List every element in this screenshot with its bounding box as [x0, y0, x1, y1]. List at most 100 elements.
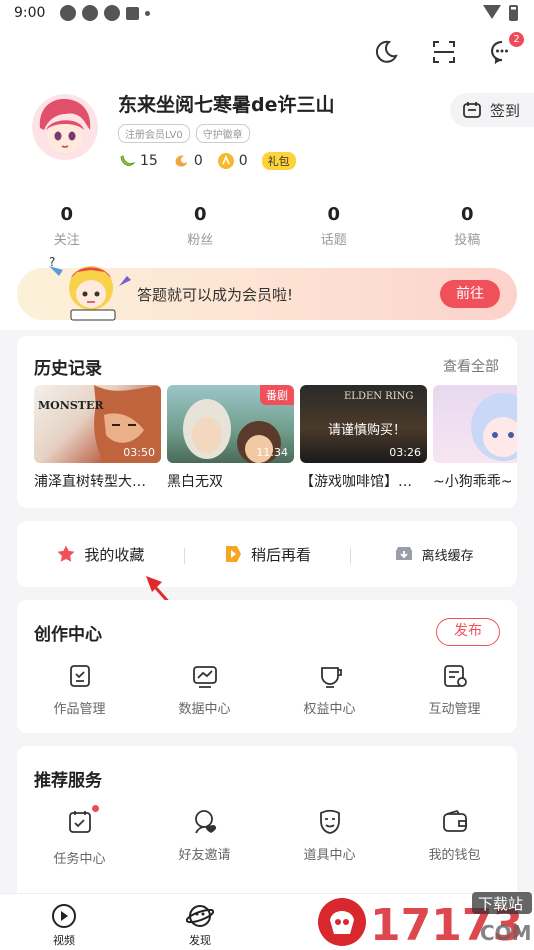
- video-thumbnail: MONSTER 03:50: [34, 385, 161, 463]
- stat-number: 0: [193, 204, 207, 225]
- stat-label: 粉丝: [187, 233, 214, 248]
- android-icon: [126, 7, 139, 20]
- stat-following[interactable]: 0 关注: [0, 204, 134, 248]
- stat-label: 投稿: [454, 233, 481, 248]
- scan-icon[interactable]: [430, 38, 458, 66]
- watch-later-button[interactable]: 稍后再看: [183, 544, 351, 565]
- watermark-domain: COM: [480, 921, 532, 945]
- bean-count: 0: [193, 153, 203, 169]
- history-title: 历史记录: [34, 359, 102, 379]
- watermark-logo: 17173 下载站 COM: [312, 890, 534, 950]
- stat-number: 0: [460, 204, 474, 225]
- stat-submissions[interactable]: 0 投稿: [401, 204, 534, 248]
- status-bar: 9:00: [0, 0, 534, 28]
- video-thumbnail: 番剧 11:34: [167, 385, 294, 463]
- download-icon: [395, 547, 412, 560]
- user-tags: 注册会员LV0 守护徽章: [118, 124, 250, 143]
- banana-count: 15: [140, 153, 158, 169]
- svg-text:?: ?: [49, 256, 55, 269]
- props-center-label: 道具中心: [303, 848, 356, 863]
- signin-button[interactable]: 签到: [450, 93, 534, 127]
- invite-friends-label: 好友邀请: [178, 848, 231, 863]
- banner-go-button[interactable]: 前往: [440, 280, 500, 308]
- history-item[interactable]: ELDEN RING 请谨慎购买！ 03:26 【游戏咖啡馆】…: [300, 385, 427, 505]
- my-wallet-label: 我的钱包: [428, 848, 481, 863]
- mascot-illustration: ?: [49, 256, 131, 321]
- works-management-button[interactable]: 作品管理: [17, 662, 142, 717]
- status-time: 9:00: [14, 5, 46, 21]
- rights-center-button[interactable]: 权益中心: [267, 662, 392, 717]
- history-item[interactable]: ~小狗乖乖~: [433, 385, 517, 505]
- task-red-dot: [91, 805, 99, 812]
- coin-count: 0: [238, 153, 248, 169]
- tab-video-label: 视频: [53, 934, 75, 947]
- video-thumbnail: [433, 385, 517, 463]
- interaction-label: 互动管理: [428, 702, 481, 717]
- data-center-button[interactable]: 数据中心: [142, 662, 267, 717]
- messages-icon[interactable]: 2: [488, 32, 524, 66]
- video-caption: 浦泽直树转型大…: [34, 474, 146, 490]
- creation-center-card: 创作中心 发布 作品管理 数据中心 权益中心 互动管理: [17, 600, 517, 733]
- app-notification-icon: [60, 5, 76, 21]
- banana-balance[interactable]: 15: [118, 152, 158, 170]
- my-favorites-label: 我的收藏: [84, 545, 145, 564]
- tab-video[interactable]: 视频: [50, 902, 78, 948]
- member-quiz-banner[interactable]: ? 答题就可以成为会员啦! 前往: [17, 256, 517, 321]
- invite-friends-button[interactable]: 好友邀请: [142, 808, 267, 867]
- video-tab-icon: [52, 904, 76, 928]
- more-notifications-icon: [145, 11, 150, 16]
- rights-icon: [320, 667, 342, 688]
- stat-topics[interactable]: 0 话题: [267, 204, 401, 248]
- wifi-icon: [483, 5, 501, 19]
- task-center-button[interactable]: 任务中心: [17, 805, 142, 867]
- props-icon: [319, 809, 340, 834]
- tab-discover-label: 发现: [189, 934, 211, 947]
- watermark-sub: 下载站: [478, 895, 523, 913]
- status-icons: [60, 5, 150, 21]
- stat-number: 0: [60, 204, 74, 225]
- stat-label: 关注: [53, 233, 80, 248]
- guardian-badge-tag[interactable]: 守护徽章: [195, 124, 250, 143]
- play-later-icon: [226, 546, 241, 562]
- tab-discover[interactable]: 发现: [186, 902, 214, 948]
- night-mode-icon[interactable]: [372, 38, 400, 66]
- interaction-management-button[interactable]: 互动管理: [392, 662, 517, 717]
- data-center-label: 数据中心: [178, 702, 231, 717]
- banana-icon: [120, 155, 136, 166]
- avatar[interactable]: [32, 94, 98, 160]
- props-center-button[interactable]: 道具中心: [267, 808, 392, 867]
- video-duration: 11:34: [256, 446, 288, 459]
- stat-label: 话题: [320, 233, 347, 248]
- works-icon: [69, 665, 90, 687]
- offline-cache-label: 离线缓存: [421, 548, 474, 564]
- video-caption: ~小狗乖乖~: [433, 474, 513, 490]
- history-item[interactable]: MONSTER 03:50 浦泽直树转型大…: [34, 385, 161, 505]
- message-badge: 2: [509, 32, 524, 47]
- works-label: 作品管理: [53, 702, 106, 717]
- recommended-services-title: 推荐服务: [34, 771, 102, 791]
- offline-cache-button[interactable]: 离线缓存: [350, 544, 517, 564]
- history-see-all-link[interactable]: 查看全部: [443, 356, 499, 376]
- app-notification-icon: [82, 5, 98, 21]
- my-wallet-button[interactable]: 我的钱包: [392, 808, 517, 867]
- bean-balance[interactable]: 0: [172, 152, 203, 170]
- video-duration: 03:50: [123, 446, 155, 459]
- history-list: MONSTER 03:50 浦泽直树转型大… 番剧 11:34 黑白无双 ELD…: [34, 385, 517, 505]
- gift-pack-button[interactable]: 礼包: [261, 152, 296, 170]
- stat-fans[interactable]: 0 粉丝: [134, 204, 268, 248]
- video-thumbnail: ELDEN RING 请谨慎购买！ 03:26: [300, 385, 427, 463]
- my-favorites-button[interactable]: 我的收藏: [17, 544, 184, 565]
- publish-button[interactable]: 发布: [436, 618, 500, 646]
- member-level-tag[interactable]: 注册会员LV0: [118, 124, 190, 143]
- data-icon: [192, 666, 217, 688]
- header-actions: 2: [372, 32, 524, 66]
- quick-actions-card: 我的收藏 稍后再看 离线缓存: [17, 521, 517, 587]
- stat-number: 0: [327, 204, 341, 225]
- video-overlay-text: 请谨慎购买！: [328, 423, 407, 438]
- banner-text: 答题就可以成为会员啦!: [137, 286, 294, 304]
- video-title-art: ELDEN RING: [344, 391, 414, 402]
- coin-balance[interactable]: 0: [217, 152, 248, 170]
- history-item[interactable]: 番剧 11:34 黑白无双: [167, 385, 294, 505]
- video-caption: 黑白无双: [167, 474, 223, 490]
- profile-stats: 0 关注 0 粉丝 0 话题 0 投稿: [0, 204, 534, 248]
